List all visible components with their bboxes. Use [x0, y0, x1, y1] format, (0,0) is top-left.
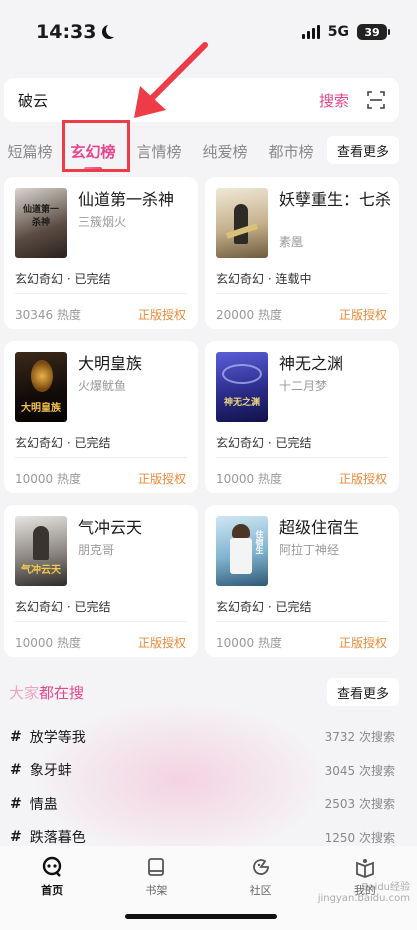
book-heat: 20000 热度 — [216, 308, 282, 322]
tab-bl[interactable]: 纯爱榜 — [192, 141, 258, 162]
book-cover: 住宿生 — [216, 516, 268, 586]
book-tag: 玄幻奇幻 · 已完结 — [216, 600, 312, 614]
card-divider — [15, 457, 187, 458]
license-badge: 正版授权 — [137, 472, 186, 486]
search-count: 2503 次搜索 — [324, 797, 395, 812]
book-title: 超级住宿生 — [279, 518, 360, 537]
book-heat: 30346 热度 — [15, 308, 81, 322]
home-icon — [41, 856, 63, 878]
card-divider — [15, 621, 187, 622]
cover-title: 气冲云天 — [21, 565, 61, 576]
book-title: 气冲云天 — [78, 518, 143, 537]
signal-icon — [301, 25, 320, 39]
book-author: 朋克哥 — [78, 543, 115, 557]
book-cover: 气冲云天 — [15, 516, 67, 586]
search-button[interactable]: 搜索 — [319, 90, 349, 111]
book-tag: 玄幻奇幻 · 已完结 — [15, 600, 111, 614]
cover-title: 神无之渊 — [223, 398, 260, 408]
card-divider — [216, 293, 388, 294]
tab-romance[interactable]: 言情榜 — [126, 141, 192, 162]
annotation-arrow-icon — [134, 42, 208, 118]
bookshelf-icon — [145, 856, 167, 878]
search-count: 3045 次搜索 — [324, 763, 395, 778]
search-count: 1250 次搜索 — [324, 830, 395, 845]
book-author: 三簇烟火 — [78, 215, 127, 229]
profile-icon — [354, 856, 376, 878]
book-heat: 10000 热度 — [15, 636, 81, 650]
book-heat: 10000 热度 — [15, 472, 81, 486]
list-item[interactable]: # 情蛊 2503 次搜索 — [10, 787, 395, 821]
tab-urban[interactable]: 都市榜 — [258, 141, 324, 162]
book-cover — [216, 188, 268, 258]
moon-icon — [106, 23, 120, 37]
hash-icon: # — [10, 728, 22, 745]
book-card[interactable]: 妖孽重生：七杀 素凰 玄幻奇幻 · 连载中 20000 热度 正版授权 — [205, 177, 399, 329]
license-badge: 正版授权 — [338, 472, 387, 486]
book-author: 十二月梦 — [279, 379, 328, 393]
time-text: 14:33 — [36, 21, 97, 43]
nav-label: 社区 — [249, 884, 272, 897]
card-divider — [216, 621, 388, 622]
license-badge: 正版授权 — [137, 636, 186, 650]
book-cover: 神无之渊 — [216, 352, 268, 422]
license-badge: 正版授权 — [338, 636, 387, 650]
book-title: 妖孽重生：七杀 — [279, 190, 392, 209]
section-title: 大家都在搜 — [9, 684, 85, 702]
cover-title: 住宿生 — [255, 530, 264, 554]
card-divider — [216, 457, 388, 458]
scan-icon[interactable] — [367, 91, 385, 109]
book-tag: 玄幻奇幻 · 已完结 — [15, 436, 111, 450]
nav-label: 书架 — [145, 884, 168, 897]
search-term: 象牙蚌 — [29, 763, 72, 780]
nav-home[interactable]: 首页 — [0, 846, 104, 930]
search-term: 情蛊 — [29, 796, 58, 813]
book-tag: 玄幻奇幻 · 连载中 — [216, 272, 312, 286]
hash-icon: # — [10, 795, 22, 812]
book-author: 阿拉丁神经 — [279, 543, 340, 557]
watermark: Baidu经验 jingyan.baidu.com — [317, 882, 410, 904]
search-term: 跌落暮色 — [29, 830, 86, 847]
book-cover: 仙道第一杀神 — [15, 188, 67, 258]
cover-title: 大明皇族 — [21, 403, 61, 414]
book-tag: 玄幻奇幻 · 已完结 — [15, 272, 111, 286]
license-badge: 正版授权 — [338, 308, 387, 322]
license-badge: 正版授权 — [137, 308, 186, 322]
network-type: 5G — [327, 24, 349, 40]
tab-short[interactable]: 短篇榜 — [0, 141, 60, 162]
book-author: 火爆鱿鱼 — [78, 379, 127, 393]
book-tag: 玄幻奇幻 · 已完结 — [216, 436, 312, 450]
list-item[interactable]: # 放学等我 3732 次搜索 — [10, 720, 395, 754]
search-term: 放学等我 — [29, 729, 86, 746]
hash-icon: # — [10, 829, 22, 846]
book-card[interactable]: 大明皇族 大明皇族 火爆鱿鱼 玄幻奇幻 · 已完结 10000 热度 正版授权 — [4, 341, 198, 493]
book-heat: 10000 热度 — [216, 472, 282, 486]
book-cover: 大明皇族 — [15, 352, 67, 422]
tabs-more-button[interactable]: 查看更多 — [326, 136, 399, 164]
community-icon — [250, 856, 272, 878]
book-card[interactable]: 神无之渊 神无之渊 十二月梦 玄幻奇幻 · 已完结 10000 热度 正版授权 — [205, 341, 399, 493]
search-count: 3732 次搜索 — [324, 730, 395, 745]
book-card[interactable]: 气冲云天 气冲云天 朋克哥 玄幻奇幻 · 已完结 10000 热度 正版授权 — [4, 505, 198, 657]
book-title: 大明皇族 — [78, 354, 143, 373]
hot-more-button[interactable]: 查看更多 — [326, 678, 399, 706]
book-heat: 10000 热度 — [216, 636, 282, 650]
book-card[interactable]: 住宿生 超级住宿生 阿拉丁神经 玄幻奇幻 · 已完结 10000 热度 正版授权 — [205, 505, 399, 657]
status-time: 14:33 — [36, 21, 116, 43]
hot-search-header: 大家都在搜 查看更多 — [9, 678, 399, 706]
card-divider — [15, 293, 187, 294]
battery-icon: 39 — [357, 24, 390, 40]
list-item[interactable]: # 象牙蚌 3045 次搜索 — [10, 754, 395, 788]
book-card[interactable]: 仙道第一杀神 仙道第一杀神 三簇烟火 玄幻奇幻 · 已完结 30346 热度 正… — [4, 177, 198, 329]
book-title: 仙道第一杀神 — [78, 190, 175, 209]
cover-title: 仙道第一杀神 — [22, 205, 59, 228]
book-author: 素凰 — [279, 235, 304, 249]
status-right: 5G 39 — [301, 24, 390, 40]
hot-search-list: # 放学等我 3732 次搜索 # 象牙蚌 3045 次搜索 # 情蛊 2503 次搜… — [10, 720, 395, 854]
home-indicator — [125, 914, 277, 919]
book-title: 神无之渊 — [279, 354, 344, 373]
hash-icon: # — [10, 762, 22, 779]
nav-label: 首页 — [41, 884, 64, 897]
